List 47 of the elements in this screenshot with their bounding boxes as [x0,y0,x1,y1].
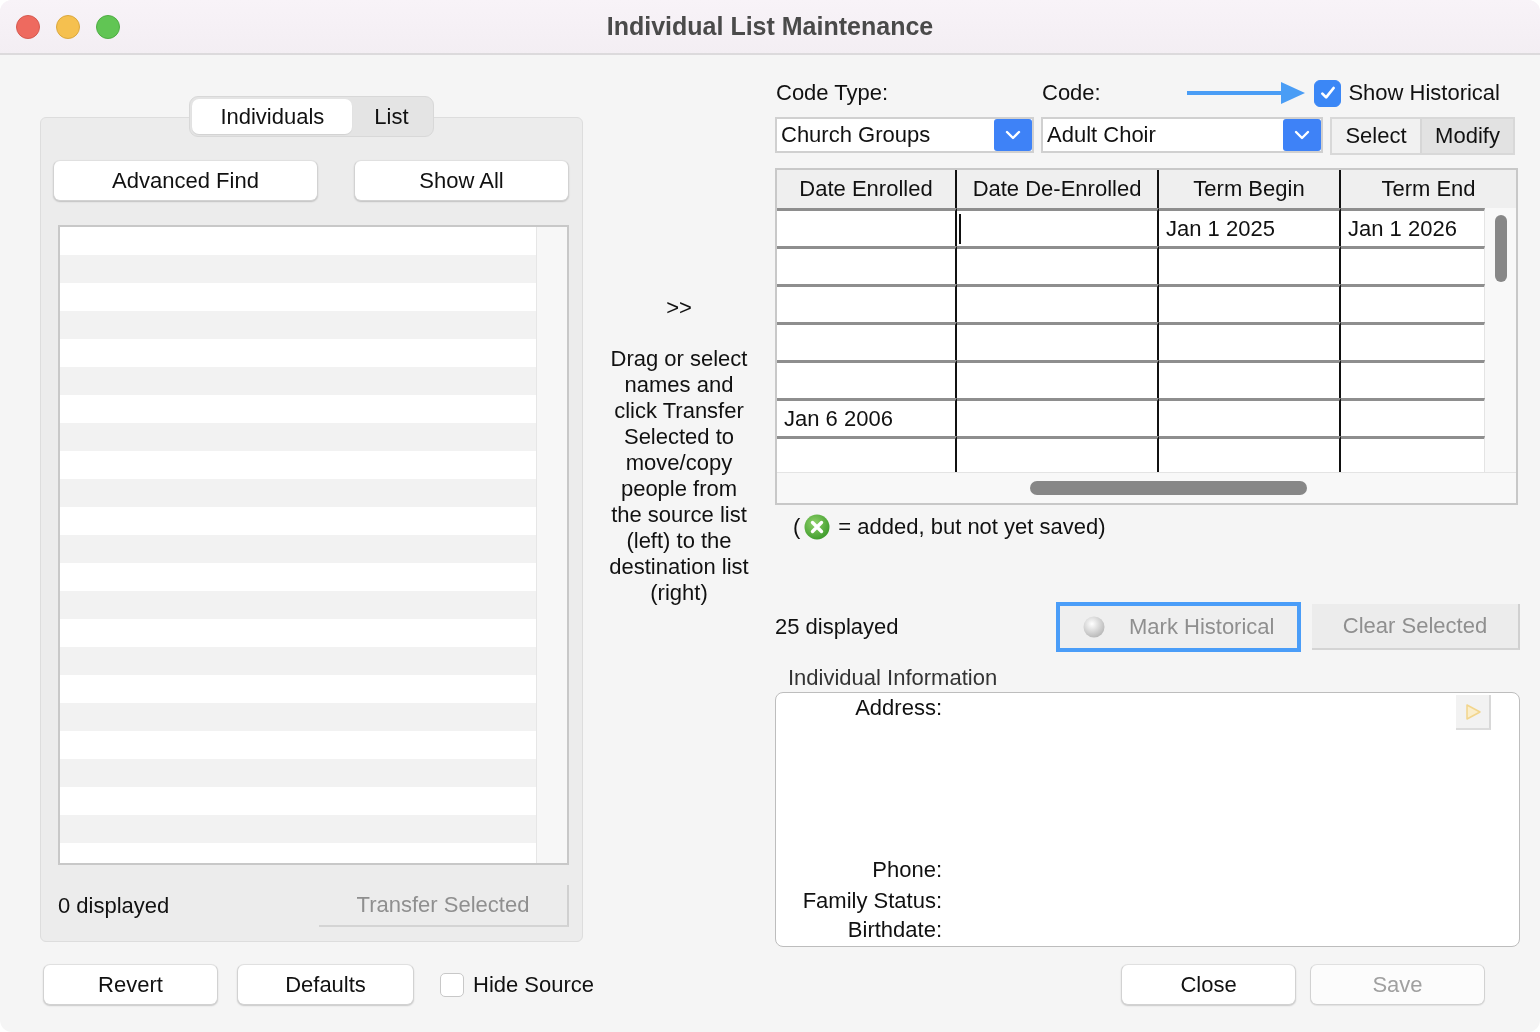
group-title: Individual Information [787,665,999,691]
field-label: Phone: [871,856,942,883]
zoom-window-button[interactable] [96,14,120,39]
table-cell: Jan 1 2025 [1159,208,1341,246]
arrow-icon [1187,79,1306,107]
x-circle-icon [804,514,831,540]
transfer-arrows: >> [666,296,692,320]
footer-button[interactable]: Close [1121,964,1296,1005]
table-cell: Jan 6 2006 [777,398,957,436]
panel-button[interactable]: Advanced Find [53,160,318,201]
checkbox[interactable] [440,972,464,997]
field-label: Address: [854,695,942,721]
hide-source-label: Hide Source [473,971,595,998]
checkbox[interactable] [1314,79,1342,107]
panel-button[interactable]: Show All [354,160,569,201]
column-header[interactable]: Term End [1341,170,1516,208]
code-dropdown[interactable]: Adult Choir [1041,117,1323,153]
close-window-button[interactable] [16,14,40,39]
column-header[interactable]: Term Begin [1159,170,1341,208]
scrollbar-thumb[interactable] [1030,481,1307,495]
mode-button[interactable]: Modify [1420,119,1513,153]
minimize-window-button[interactable] [56,14,80,39]
horizontal-scrollbar[interactable] [777,472,1516,503]
field-label: Family Status: [801,888,942,915]
field-label: Birthdate: [846,917,942,944]
vertical-scrollbar[interactable] [1485,208,1516,472]
vertical-scrollbar[interactable] [536,227,567,863]
code-label: Code: [1041,80,1101,106]
window-title: Individual List Maintenance [605,12,935,41]
show-historical-label: Show Historical [1348,80,1500,106]
code-type-label: Code Type: [775,80,889,106]
footer-button[interactable]: Defaults [237,964,414,1005]
code-type-dropdown[interactable]: Church Groups [775,117,1034,153]
chevron-down-icon [1283,119,1321,151]
scrollbar-thumb[interactable] [1494,215,1507,282]
mode-button[interactable]: Select [1332,119,1420,153]
chevron-down-icon [994,119,1032,151]
tab[interactable]: Individuals [192,99,353,134]
count-label: 25 displayed [775,614,899,640]
column-header[interactable]: Date De-Enrolled [957,170,1159,208]
legend-text: = added, but not yet saved) [838,514,1106,540]
tab[interactable]: List [352,99,431,134]
footer-button[interactable]: Revert [43,964,218,1005]
legend-paren: ( [793,514,801,540]
count-label: 0 displayed [58,893,170,919]
transfer-hint: Drag or select names and click Transfer Selected to move/copy people from the source list (left) to the destination list (right) [608,346,750,606]
column-header[interactable]: Date Enrolled [777,170,957,208]
